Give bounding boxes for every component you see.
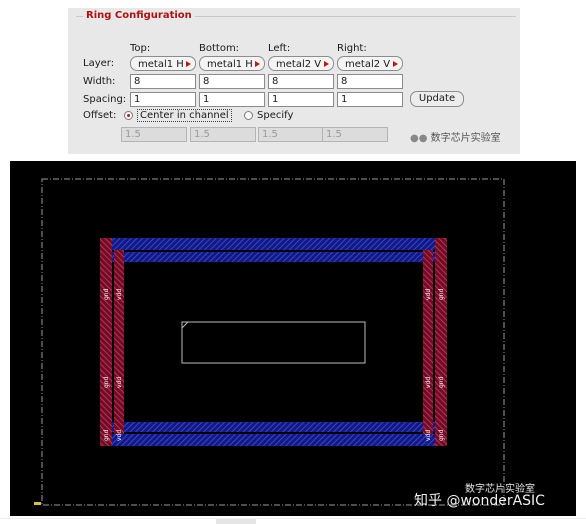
ring-left-inner (114, 250, 124, 434)
core-outline (181, 321, 366, 364)
spacing-field-right[interactable]: 1 (337, 92, 403, 107)
pin-label: gnd (438, 376, 445, 388)
layer-select-top-value: metal1 H (138, 59, 184, 70)
ring-right-outer (435, 238, 447, 446)
width-field-top[interactable]: 8 (130, 74, 196, 89)
layout-view[interactable]: gnd vdd gnd vdd gnd vdd vdd gnd vdd gnd … (10, 161, 576, 516)
watermark-top: ●● 数字芯片实验室 (410, 129, 501, 144)
watermark-bottom: 知乎 @wonderASIC (414, 492, 545, 509)
pin-label: vdd (425, 430, 432, 441)
spacing-field-top[interactable]: 1 (130, 92, 196, 107)
layer-select-right[interactable]: metal2 V (337, 56, 403, 71)
dropdown-arrow-icon (324, 61, 329, 67)
dropdown-arrow-icon (255, 61, 260, 67)
wechat-icon: ●● (410, 133, 428, 144)
layer-select-bottom-value: metal1 H (207, 59, 253, 70)
pin-label: vdd (116, 430, 123, 441)
offset-field-right: 1.5 (322, 127, 388, 142)
specify-label[interactable]: Specify (257, 110, 293, 121)
width-field-right[interactable]: 8 (337, 74, 403, 89)
group-title: Ring Configuration (83, 10, 195, 21)
divider (0, 518, 586, 519)
column-header-top: Top: (130, 43, 151, 54)
dropdown-arrow-icon (393, 61, 398, 67)
layer-select-right-value: metal2 V (345, 59, 391, 70)
specify-radio[interactable] (244, 111, 253, 120)
pin-label: vdd (425, 377, 432, 388)
pin-label: vdd (425, 289, 432, 300)
spacing-field-bottom[interactable]: 1 (199, 92, 265, 107)
ring-top-outer (110, 238, 447, 250)
layer-select-top[interactable]: metal1 H (130, 56, 196, 71)
pin-label: gnd (103, 376, 110, 388)
pin-label: gnd (103, 288, 110, 300)
scroll-indicator (216, 519, 256, 524)
ring-bottom-inner (110, 422, 447, 432)
ring-right-inner (423, 250, 433, 434)
dropdown-arrow-icon (186, 61, 191, 67)
origin-marker (34, 502, 41, 505)
row-label-spacing: Spacing: (83, 94, 127, 105)
layer-select-bottom[interactable]: metal1 H (199, 56, 265, 71)
pin-label: gnd (438, 288, 445, 300)
row-label-width: Width: (83, 76, 116, 87)
ring-bottom-outer (110, 434, 447, 446)
offset-field-left: 1.5 (258, 127, 324, 142)
width-field-bottom[interactable]: 8 (199, 74, 265, 89)
layer-select-left[interactable]: metal2 V (268, 56, 334, 71)
ring-top-inner (110, 252, 447, 262)
update-button[interactable]: Update (410, 91, 464, 107)
watermark-top-text: 数字芯片实验室 (430, 133, 501, 144)
spacing-field-left[interactable]: 1 (268, 92, 334, 107)
center-in-channel-label[interactable]: Center in channel (137, 109, 232, 122)
row-label-offset: Offset: (83, 110, 117, 121)
layer-select-left-value: metal2 V (276, 59, 322, 70)
core-orientation-mark (181, 321, 189, 329)
pin-label: vdd (116, 289, 123, 300)
offset-field-top: 1.5 (121, 127, 187, 142)
column-header-bottom: Bottom: (199, 43, 240, 54)
ring-left-outer (100, 238, 112, 446)
column-header-right: Right: (337, 43, 367, 54)
column-header-left: Left: (268, 43, 291, 54)
offset-field-bottom: 1.5 (190, 127, 256, 142)
width-field-left[interactable]: 8 (268, 74, 334, 89)
row-label-layer: Layer: (83, 58, 115, 69)
pin-label: gnd (103, 429, 110, 441)
pin-label: gnd (438, 429, 445, 441)
pin-label: vdd (116, 377, 123, 388)
center-in-channel-radio[interactable] (124, 111, 133, 120)
